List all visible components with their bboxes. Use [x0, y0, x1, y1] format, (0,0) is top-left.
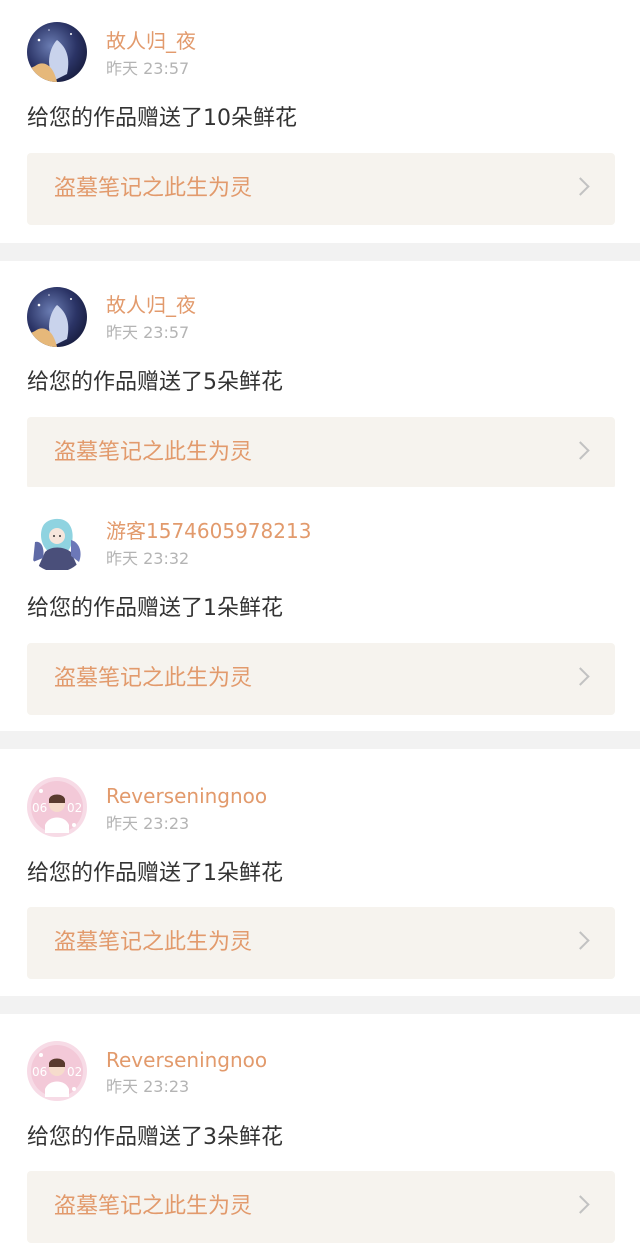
svg-text:06: 06 [32, 801, 47, 815]
avatar[interactable] [27, 287, 87, 347]
notification-card: 故人归_夜 昨天 23:57 给您的作品赠送了5朵鲜花 盗墓笔记之此生为灵 [0, 261, 640, 489]
gift-message: 给您的作品赠送了3朵鲜花 [27, 1125, 283, 1150]
chevron-right-icon [571, 441, 590, 460]
gift-message: 给您的作品赠送了1朵鲜花 [27, 596, 283, 621]
separator [0, 731, 640, 749]
work-title: 盗墓笔记之此生为灵 [54, 1194, 253, 1219]
work-link[interactable]: 盗墓笔记之此生为灵 [27, 153, 615, 225]
work-link[interactable]: 盗墓笔记之此生为灵 [27, 643, 615, 715]
separator [0, 996, 640, 1014]
avatar[interactable]: 06 02 [27, 1041, 87, 1101]
notification-card: 游客1574605978213 昨天 23:32 给您的作品赠送了1朵鲜花 盗墓… [0, 487, 640, 731]
chevron-right-icon [571, 1195, 590, 1214]
work-title: 盗墓笔记之此生为灵 [54, 176, 253, 201]
gift-message: 给您的作品赠送了5朵鲜花 [27, 370, 283, 395]
chevron-right-icon [571, 931, 590, 950]
gift-message: 给您的作品赠送了1朵鲜花 [27, 861, 283, 886]
notification-card: 故人归_夜 昨天 23:57 给您的作品赠送了10朵鲜花 盗墓笔记之此生为灵 [0, 0, 640, 243]
timestamp: 昨天 23:57 [106, 59, 190, 78]
notification-card: 06 02 Reverseningnoo 昨天 23:23 给您的作品赠送了3朵… [0, 1014, 640, 1255]
username[interactable]: 故人归_夜 [106, 293, 196, 317]
work-link[interactable]: 盗墓笔记之此生为灵 [27, 417, 615, 489]
work-title: 盗墓笔记之此生为灵 [54, 666, 253, 691]
username[interactable]: Reverseningnoo [106, 784, 267, 808]
gift-message: 给您的作品赠送了10朵鲜花 [27, 106, 297, 131]
avatar[interactable] [27, 22, 87, 82]
timestamp: 昨天 23:23 [106, 814, 190, 833]
username[interactable]: Reverseningnoo [106, 1048, 267, 1072]
timestamp: 昨天 23:32 [106, 549, 190, 568]
chevron-right-icon [571, 667, 590, 686]
work-link[interactable]: 盗墓笔记之此生为灵 [27, 907, 615, 979]
work-link[interactable]: 盗墓笔记之此生为灵 [27, 1171, 615, 1243]
svg-text:02: 02 [67, 1065, 82, 1079]
username[interactable]: 游客1574605978213 [106, 519, 311, 543]
work-title: 盗墓笔记之此生为灵 [54, 930, 253, 955]
notification-card: 06 02 Reverseningnoo 昨天 23:23 给您的作品赠送了1朵… [0, 749, 640, 996]
avatar[interactable]: 06 02 [27, 777, 87, 837]
separator [0, 243, 640, 261]
timestamp: 昨天 23:57 [106, 323, 190, 342]
chevron-right-icon [571, 177, 590, 196]
svg-text:06: 06 [32, 1065, 47, 1079]
avatar[interactable] [27, 512, 87, 572]
timestamp: 昨天 23:23 [106, 1077, 190, 1096]
work-title: 盗墓笔记之此生为灵 [54, 440, 253, 465]
username[interactable]: 故人归_夜 [106, 29, 196, 53]
svg-text:02: 02 [67, 801, 82, 815]
